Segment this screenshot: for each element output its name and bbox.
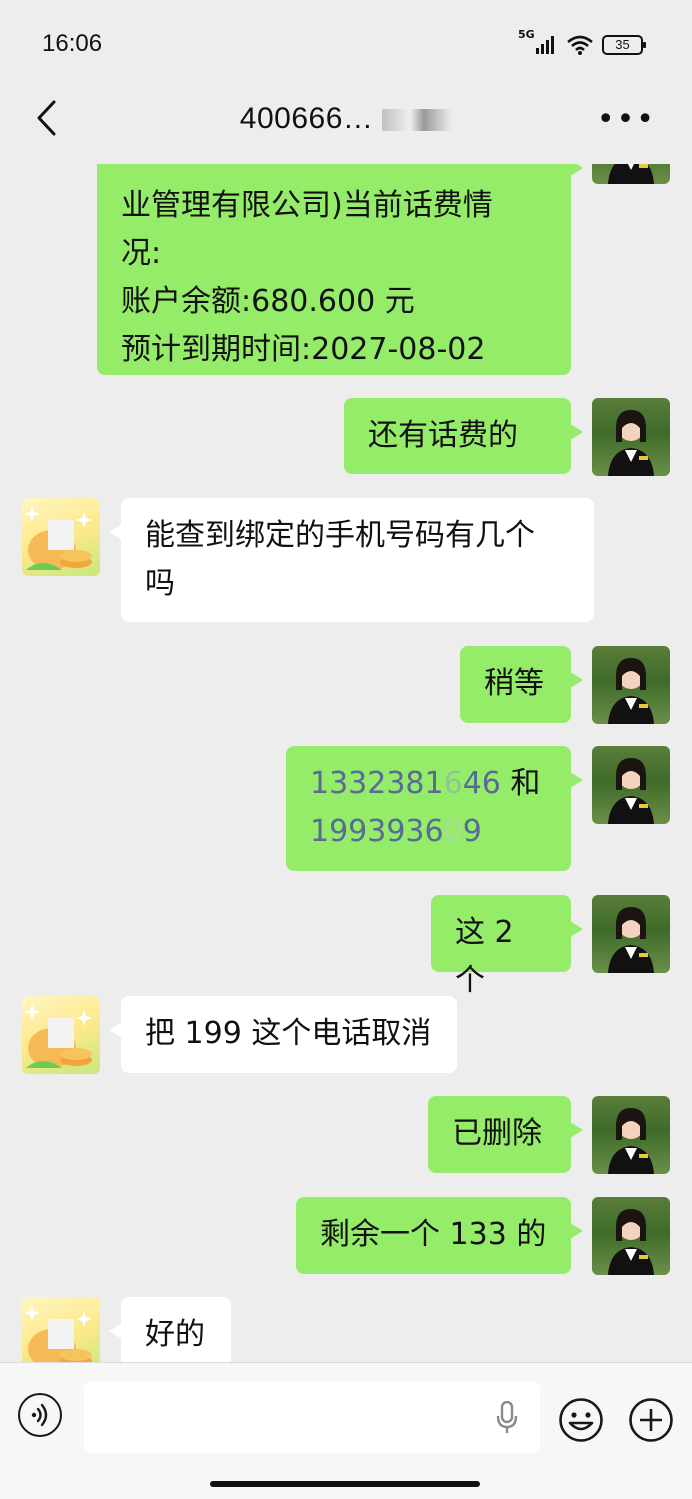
message-line: 吗 xyxy=(145,566,175,601)
phone-number-part: 1993936 xyxy=(310,814,444,849)
message-text: 稍等 xyxy=(484,666,544,701)
microphone-icon[interactable] xyxy=(496,1401,518,1435)
redacted-mask xyxy=(382,109,453,132)
message-line: 199393609 xyxy=(310,808,547,856)
message-line: 况: xyxy=(121,236,162,271)
message-text: 业管理有限公司)当前话费情 况: 账户余额:680.600 元 预计到期时间:2… xyxy=(121,164,493,374)
agent-avatar[interactable] xyxy=(592,398,670,476)
voice-wave-icon xyxy=(31,1403,48,1427)
message-line: 预计到期时间:2027-08-02 xyxy=(121,332,486,367)
chat-message-list: 业管理有限公司)当前话费情 况: 账户余额:680.600 元 预计到期时间:2… xyxy=(0,164,692,1362)
phone-number-masked: 6 xyxy=(443,766,463,801)
chat-header: 400666… ••• xyxy=(0,90,692,164)
home-indicator[interactable] xyxy=(210,1481,480,1487)
message-text: 还有话费的 xyxy=(368,418,518,453)
agent-avatar[interactable] xyxy=(592,164,670,184)
message-text: 已删除 xyxy=(452,1116,542,1151)
message-line: 能查到绑定的手机号码有几个 xyxy=(145,518,535,553)
message-input-bar xyxy=(0,1362,692,1499)
voice-input-button[interactable] xyxy=(18,1393,62,1437)
chat-title-partial: 6… xyxy=(325,102,374,135)
message-line: 业管理有限公司)当前话费情 xyxy=(121,188,493,223)
message-text: 好的 xyxy=(145,1317,205,1352)
phone-number-link[interactable]: 1332381646 xyxy=(310,766,501,801)
more-options-button[interactable]: ••• xyxy=(597,102,656,137)
chevron-left-icon xyxy=(37,100,56,136)
more-functions-button[interactable] xyxy=(628,1397,674,1443)
smiley-icon xyxy=(559,1398,603,1442)
message-text: 这 2 个 xyxy=(455,915,514,998)
message-bubble-received[interactable]: 能查到绑定的手机号码有几个 吗 xyxy=(109,498,594,622)
chat-title: 400666… xyxy=(160,102,532,136)
phone-number-part: 1332381 xyxy=(310,766,444,801)
status-bar: 16:06 5G 35 xyxy=(0,0,692,90)
cellular-signal-icon: 5G xyxy=(518,28,558,56)
phone-number-masked: 0 xyxy=(443,814,463,849)
message-line: 1332381646 和 xyxy=(310,760,547,808)
message-text: 剩余一个 133 的 xyxy=(320,1217,547,1252)
message-bubble-sent[interactable]: 1332381646 和 199393609 xyxy=(286,746,583,871)
battery-level-label: 35 xyxy=(615,37,630,52)
agent-avatar[interactable] xyxy=(592,1096,670,1174)
user-avatar[interactable] xyxy=(22,1297,100,1362)
phone-number-link[interactable]: 199393609 xyxy=(310,814,482,849)
message-input[interactable] xyxy=(84,1381,540,1453)
phone-number-part: 46 xyxy=(462,766,501,801)
message-bubble-sent[interactable]: 这 2 个 xyxy=(431,895,583,998)
message-bubble-sent[interactable]: 业管理有限公司)当前话费情 况: 账户余额:680.600 元 预计到期时间:2… xyxy=(97,164,583,375)
status-time: 16:06 xyxy=(42,30,103,57)
wifi-icon xyxy=(566,34,594,56)
message-bubble-sent[interactable]: 剩余一个 133 的 xyxy=(296,1197,583,1274)
message-bubble-sent[interactable]: 稍等 xyxy=(460,646,583,723)
message-line: 账户余额:680.600 元 xyxy=(121,284,415,319)
user-avatar[interactable] xyxy=(22,498,100,576)
phone-number-part: 9 xyxy=(462,814,482,849)
message-text: 和 xyxy=(500,766,541,801)
chat-title-number: 40066 xyxy=(239,102,326,135)
message-text: 把 199 这个电话取消 xyxy=(145,1016,432,1051)
emoji-button[interactable] xyxy=(558,1397,604,1443)
message-bubble-sent[interactable]: 已删除 xyxy=(428,1096,583,1173)
status-icons: 5G 35 xyxy=(518,28,648,56)
agent-avatar[interactable] xyxy=(592,746,670,824)
message-bubble-received[interactable]: 好的 xyxy=(109,1297,231,1362)
plus-circle-icon xyxy=(629,1398,673,1442)
user-avatar[interactable] xyxy=(22,996,100,1074)
message-bubble-sent[interactable]: 还有话费的 xyxy=(344,398,583,474)
back-button[interactable] xyxy=(26,98,66,138)
agent-avatar[interactable] xyxy=(592,1197,670,1275)
agent-avatar[interactable] xyxy=(592,646,670,724)
battery-icon: 35 xyxy=(602,34,648,56)
message-bubble-received[interactable]: 把 199 这个电话取消 xyxy=(109,996,457,1073)
agent-avatar[interactable] xyxy=(592,895,670,973)
